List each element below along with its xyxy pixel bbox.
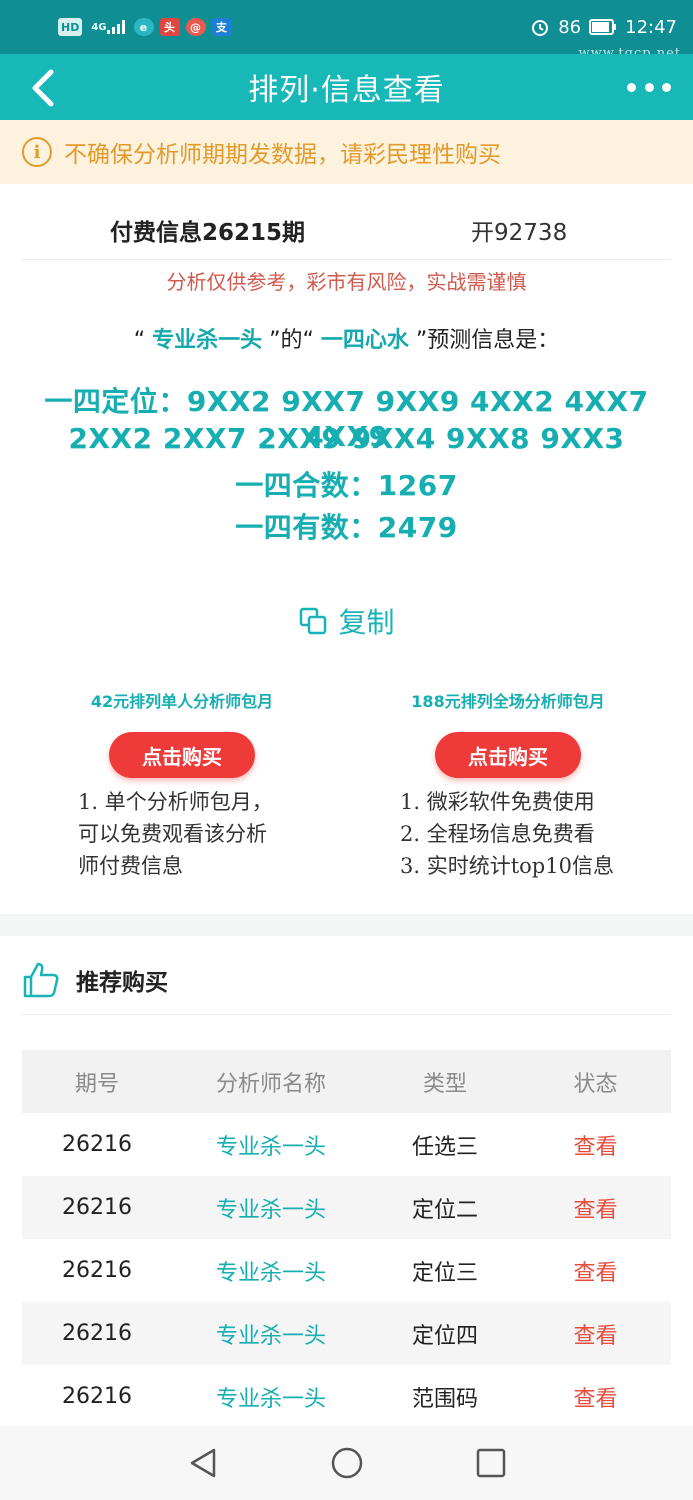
app-notification-icon: e bbox=[133, 18, 154, 36]
period-cell: 26216 bbox=[62, 1258, 132, 1283]
view-button[interactable]: 查看 bbox=[520, 1255, 671, 1287]
table-row: 26216 专业杀一头 定位三 查看 bbox=[22, 1239, 671, 1302]
signal-bars-icon bbox=[106, 20, 125, 34]
type-cell: 定位四 bbox=[411, 1323, 478, 1349]
system-back-button[interactable] bbox=[186, 1446, 220, 1480]
copy-label: 复制 bbox=[338, 606, 395, 639]
recommend-table: 期号 分析师名称 类型 状态 26216 专业杀一头 任选三 查看 26216 … bbox=[22, 1050, 671, 1428]
buy-button[interactable]: 点击购买 bbox=[109, 732, 255, 778]
period-cell: 26216 bbox=[62, 1384, 132, 1409]
period-cell: 26216 bbox=[62, 1132, 132, 1157]
type-cell: 任选三 bbox=[411, 1134, 478, 1160]
package-single: 42元排列单人分析师包月 点击购买 1. 单个分析师包月， 可以免费观看该分析 … bbox=[22, 688, 342, 882]
info-title: 付费信息26215期 bbox=[110, 219, 306, 246]
package-title: 42元排列单人分析师包月 bbox=[90, 692, 274, 711]
package-description: 1. 单个分析师包月， 可以免费观看该分析 师付费信息 bbox=[78, 790, 273, 878]
table-row: 26216 专业杀一头 定位四 查看 bbox=[22, 1302, 671, 1365]
page-title: 排列·信息查看 bbox=[248, 73, 445, 108]
package-description: 1. 微彩软件免费使用 2. 全程场信息免费看 3. 实时统计top10信息 bbox=[400, 790, 614, 878]
period-cell: 26216 bbox=[62, 1321, 132, 1346]
section-divider bbox=[0, 914, 693, 936]
news-app-icon: 头 bbox=[159, 18, 180, 36]
info-header: 付费信息26215期 开92738 bbox=[22, 200, 671, 260]
weibo-icon: @ bbox=[185, 18, 206, 36]
dot-icon bbox=[662, 82, 671, 92]
analyst-link[interactable]: 专业杀一头 bbox=[172, 1318, 370, 1350]
column-header: 期号 bbox=[74, 1071, 119, 1097]
table-row: 26216 专业杀一头 定位二 查看 bbox=[22, 1176, 671, 1239]
battery-percent: 86 bbox=[558, 16, 582, 38]
thumbs-up-icon bbox=[23, 962, 59, 997]
view-button[interactable]: 查看 bbox=[520, 1318, 671, 1350]
draw-result: 开92738 bbox=[471, 219, 568, 246]
dot-icon bbox=[627, 82, 636, 92]
column-header: 状态 bbox=[573, 1071, 618, 1097]
type-cell: 定位二 bbox=[411, 1197, 478, 1223]
prediction-intro: “ 专业杀一头 ”的“ 一四心水 ”预测信息是： bbox=[133, 328, 560, 353]
copy-icon bbox=[300, 607, 327, 635]
analyst-link[interactable]: 专业杀一头 bbox=[172, 1255, 370, 1287]
system-recents-button[interactable] bbox=[474, 1446, 508, 1480]
view-button[interactable]: 查看 bbox=[520, 1129, 671, 1161]
view-button[interactable]: 查看 bbox=[520, 1192, 671, 1224]
chevron-left-icon bbox=[32, 69, 54, 107]
type-cell: 定位三 bbox=[411, 1260, 478, 1286]
battery-icon bbox=[589, 19, 617, 35]
table-row: 26216 专业杀一头 任选三 查看 bbox=[22, 1113, 671, 1176]
column-header: 类型 bbox=[422, 1071, 467, 1097]
prediction-type: 一四心水 bbox=[320, 328, 409, 353]
view-button[interactable]: 查看 bbox=[520, 1381, 671, 1413]
type-cell: 范围码 bbox=[411, 1386, 478, 1412]
analyst-link[interactable]: 专业杀一头 bbox=[172, 1129, 370, 1161]
analyst-link[interactable]: 专业杀一头 bbox=[172, 1381, 370, 1413]
notice-text: 不确保分析师期期发数据，请彩民理性购买 bbox=[64, 142, 501, 168]
recommend-title: 推荐购买 bbox=[76, 969, 168, 996]
more-menu-button[interactable] bbox=[627, 72, 671, 102]
signal-4g-icon: 4G bbox=[88, 18, 127, 36]
column-header: 分析师名称 bbox=[215, 1071, 326, 1097]
prediction-row: 一四合数：1267 bbox=[235, 469, 458, 502]
navigation-bar: 排列·信息查看 bbox=[0, 54, 693, 120]
alipay-icon: 支 bbox=[211, 18, 232, 36]
recommend-header: 推荐购买 bbox=[22, 945, 671, 1015]
disclaimer-text: 分析仅供参考，彩市有风险，实战需谨慎 bbox=[166, 270, 527, 294]
alarm-icon bbox=[532, 20, 549, 36]
analyst-name: 专业杀一头 bbox=[152, 328, 263, 353]
info-icon: i bbox=[22, 137, 52, 167]
back-button[interactable] bbox=[22, 68, 62, 108]
prediction-row: 一四有数：2479 bbox=[235, 511, 458, 544]
prediction-row: 2XX2 2XX7 2XX9 9XX4 9XX8 9XX3 bbox=[68, 422, 625, 455]
package-all: 188元排列全场分析师包月 点击购买 1. 微彩软件免费使用 2. 全程场信息免… bbox=[348, 688, 668, 882]
table-header: 期号 分析师名称 类型 状态 bbox=[22, 1050, 671, 1113]
hd-icon: HD bbox=[58, 18, 83, 36]
table-row: 26216 专业杀一头 范围码 查看 bbox=[22, 1365, 671, 1428]
status-right: 86 12:47 bbox=[530, 17, 677, 38]
dot-icon bbox=[644, 82, 654, 92]
warning-notice: i 不确保分析师期期发数据，请彩民理性购买 bbox=[0, 120, 693, 184]
status-icons: HD 4G e 头 @ 支 bbox=[58, 18, 232, 36]
system-navigation-bar bbox=[0, 1426, 693, 1500]
clock-time: 12:47 bbox=[625, 16, 677, 38]
period-cell: 26216 bbox=[62, 1195, 132, 1220]
copy-button[interactable]: 复制 bbox=[0, 600, 693, 642]
buy-button[interactable]: 点击购买 bbox=[435, 732, 581, 778]
analyst-link[interactable]: 专业杀一头 bbox=[172, 1192, 370, 1224]
package-title: 188元排列全场分析师包月 bbox=[411, 692, 605, 711]
system-home-button[interactable] bbox=[330, 1446, 364, 1480]
